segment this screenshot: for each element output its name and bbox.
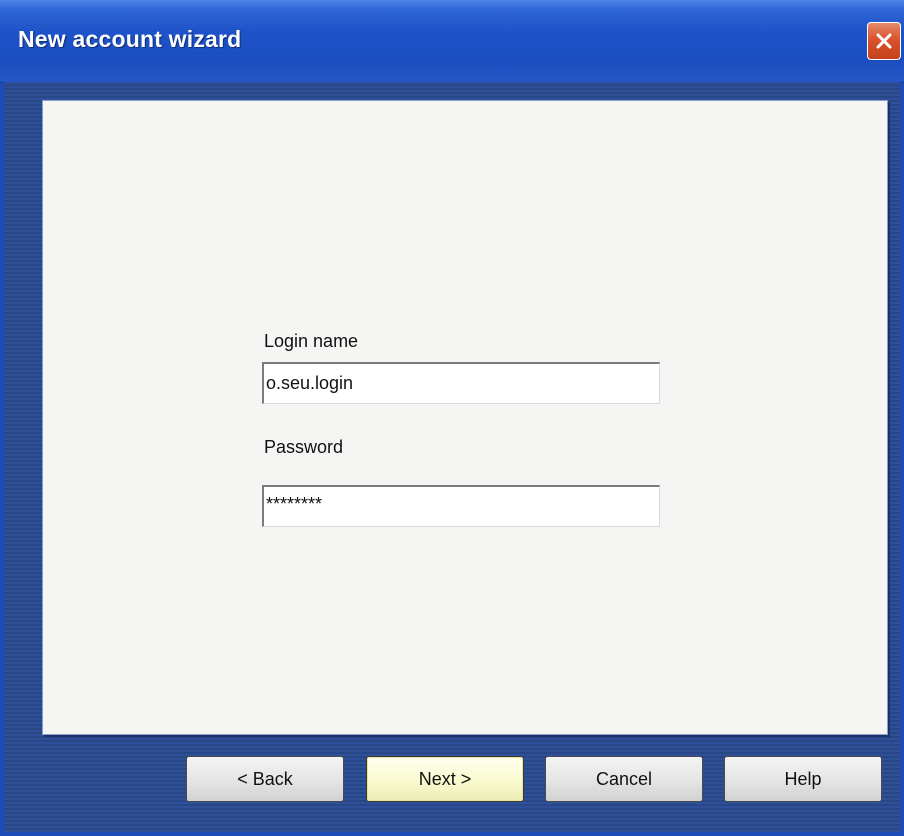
next-button[interactable]: Next >	[366, 756, 524, 802]
close-icon	[876, 33, 892, 49]
login-name-input[interactable]: o.seu.login	[262, 362, 660, 404]
title-bar[interactable]: New account wizard	[0, 0, 904, 83]
wizard-body: Login name o.seu.login Password ********…	[4, 82, 900, 832]
wizard-window: New account wizard Login name o.seu.logi…	[0, 0, 904, 836]
window-title: New account wizard	[18, 26, 242, 52]
close-button[interactable]	[867, 22, 901, 60]
login-name-label: Login name	[264, 331, 359, 351]
wizard-page-panel: Login name o.seu.login Password ********	[42, 100, 888, 735]
password-input[interactable]: ********	[262, 485, 660, 527]
help-button[interactable]: Help	[724, 756, 882, 802]
cancel-button[interactable]: Cancel	[545, 756, 703, 802]
back-button[interactable]: < Back	[186, 756, 344, 802]
password-label: Password	[264, 437, 344, 457]
